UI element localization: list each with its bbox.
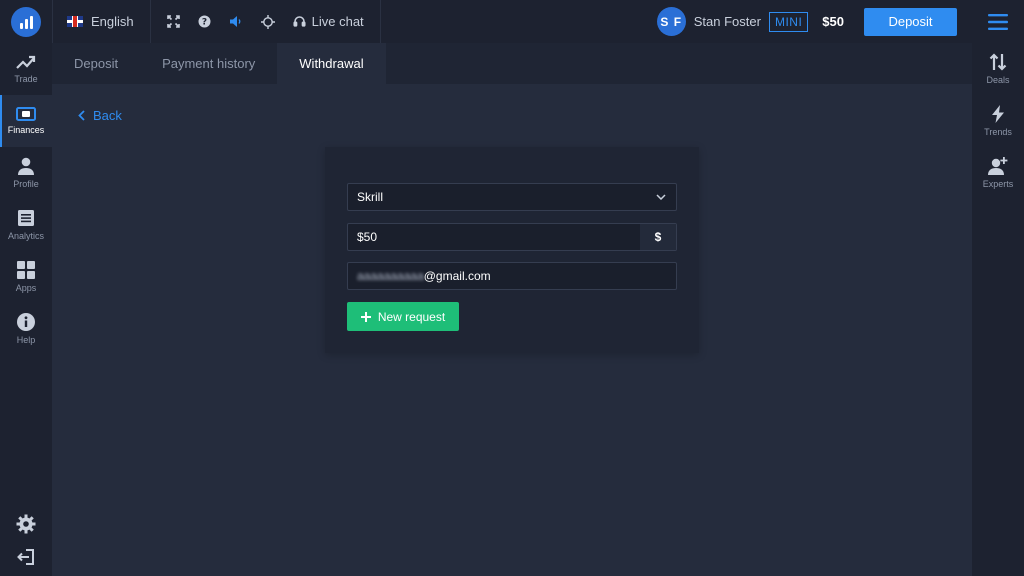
uk-flag-icon [67, 16, 83, 27]
wallet-icon [16, 107, 36, 121]
sound-icon[interactable] [229, 15, 243, 28]
deposit-button[interactable]: Deposit [864, 7, 957, 36]
sidebar-item-label: Deals [986, 75, 1010, 85]
tab-payment-history[interactable]: Payment history [140, 43, 277, 84]
language-selector[interactable]: English [52, 0, 151, 43]
amount-field[interactable]: $50 $ [347, 223, 677, 251]
sidebar-item-label: Profile [13, 179, 39, 189]
sidebar-item-label: Apps [15, 283, 37, 293]
back-link[interactable]: Back [78, 108, 122, 123]
live-chat-label: Live chat [311, 14, 364, 29]
balance: $50 [822, 14, 844, 29]
sidebar-item-label: Experts [982, 179, 1014, 189]
account-type-badge: MINI [768, 11, 809, 32]
language-label: English [91, 14, 134, 29]
email-hidden-part: aaaaaaaaaa [357, 269, 424, 283]
user-name: Stan Foster [693, 14, 761, 29]
user-profile[interactable]: S F Stan Foster MINI [656, 7, 809, 36]
user-icon [18, 157, 34, 175]
logo[interactable] [0, 0, 52, 43]
sidebar-item-apps[interactable]: Apps [0, 251, 52, 303]
add-user-icon [988, 157, 1008, 175]
payment-method-value: Skrill [357, 190, 383, 204]
email-field[interactable]: aaaaaaaaaa @gmail.com [347, 262, 677, 290]
sidebar-item-experts[interactable]: Experts [972, 147, 1024, 199]
sidebar-item-analytics[interactable]: Analytics [0, 199, 52, 251]
sort-arrows-icon [989, 53, 1007, 71]
amount-value: $50 [357, 230, 378, 244]
sidebar-item-label: Trends [984, 127, 1012, 137]
lightning-icon [992, 105, 1004, 123]
top-bar: English ? Live chat S F Stan Foster MINI… [0, 0, 1024, 43]
withdrawal-form: Skrill $50 $ aaaaaaaaaa @gmail.com New r… [325, 147, 699, 353]
avatar: S F [656, 7, 686, 36]
chevron-left-icon [78, 110, 85, 121]
new-request-label: New request [377, 309, 446, 324]
crosshair-icon[interactable] [260, 14, 275, 29]
sidebar-item-trade[interactable]: Trade [0, 43, 52, 95]
logout-icon[interactable] [17, 548, 35, 566]
sidebar-item-finances[interactable]: Finances [0, 95, 52, 147]
fullscreen-icon[interactable] [166, 15, 180, 28]
toolbar: ? Live chat [151, 0, 381, 43]
right-sidebar: Deals Trends Experts [972, 43, 1024, 576]
sidebar-bottom [0, 514, 52, 566]
gear-icon[interactable] [16, 514, 36, 534]
new-request-button[interactable]: New request [347, 302, 459, 331]
sidebar-item-profile[interactable]: Profile [0, 147, 52, 199]
chevron-down-icon [656, 194, 666, 200]
headset-icon [293, 16, 306, 27]
sidebar-item-label: Analytics [7, 231, 44, 241]
svg-text:?: ? [202, 18, 207, 28]
info-icon [17, 313, 35, 331]
left-sidebar: Trade Finances Profile Analytics Apps He… [0, 43, 52, 576]
currency-symbol: $ [640, 224, 676, 250]
news-icon [18, 210, 34, 226]
tab-withdrawal[interactable]: Withdrawal [277, 43, 386, 84]
sidebar-item-deals[interactable]: Deals [972, 43, 1024, 95]
sidebar-item-label: Finances [7, 125, 45, 135]
help-icon[interactable]: ? [198, 15, 211, 28]
sidebar-item-label: Help [16, 335, 36, 345]
finance-tabs: Deposit Payment history Withdrawal [52, 43, 972, 84]
sidebar-item-help[interactable]: Help [0, 303, 52, 355]
email-domain: @gmail.com [423, 269, 491, 283]
sidebar-item-label: Trade [14, 74, 38, 84]
grid-icon [17, 261, 35, 279]
live-chat-button[interactable]: Live chat [293, 14, 364, 29]
tab-deposit[interactable]: Deposit [52, 43, 140, 84]
payment-method-select[interactable]: Skrill [347, 183, 677, 211]
trend-up-icon [16, 55, 36, 69]
sidebar-item-trends[interactable]: Trends [972, 95, 1024, 147]
hamburger-menu-icon[interactable] [972, 0, 1024, 43]
plus-icon [360, 311, 371, 322]
logo-icon [11, 6, 41, 37]
back-label: Back [93, 108, 122, 123]
